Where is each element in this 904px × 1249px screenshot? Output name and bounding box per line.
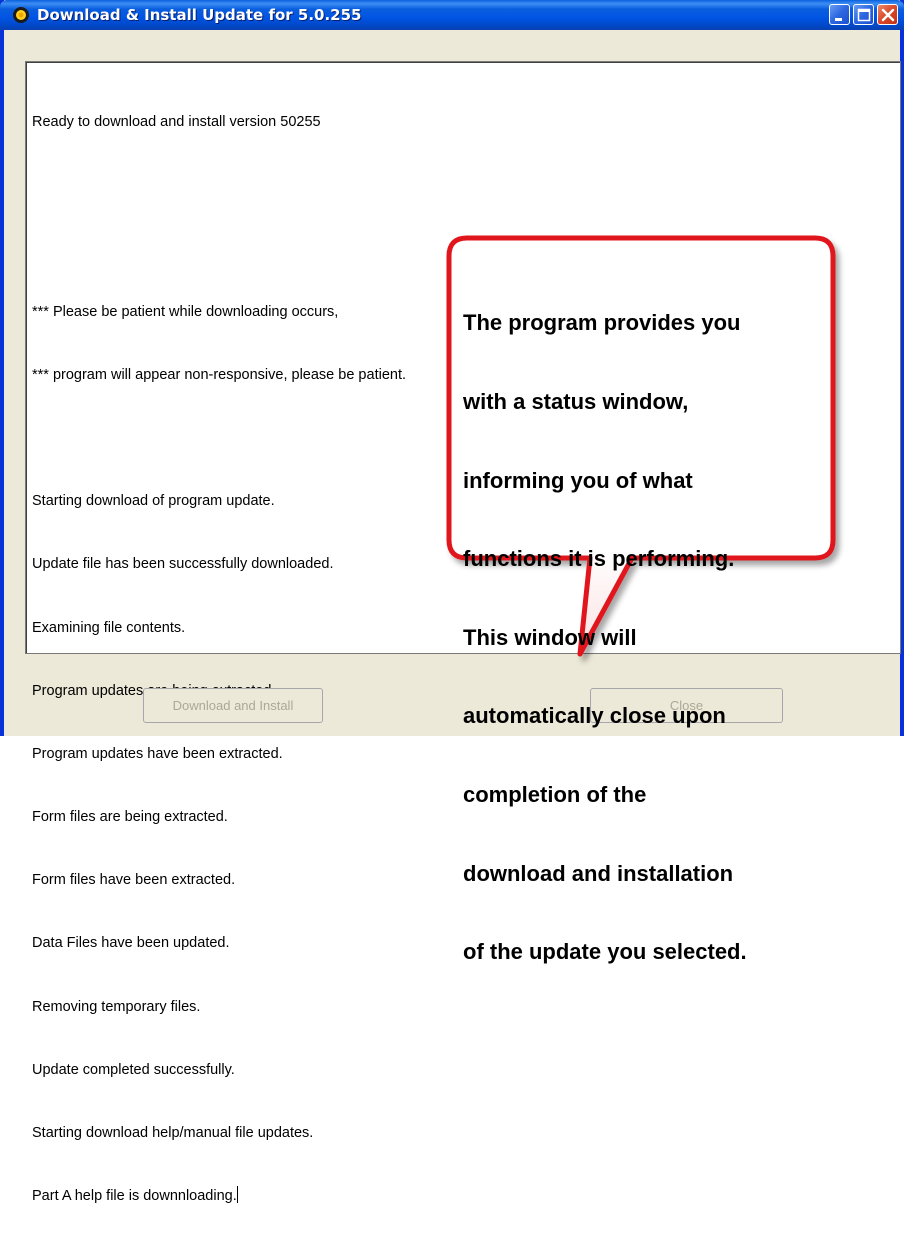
window-title: Download & Install Update for 5.0.255 (37, 6, 362, 24)
log-line: Data Files have been updated. (32, 935, 230, 952)
callout-line: automatically close upon (463, 703, 726, 729)
log-line: Examining file contents. (32, 619, 186, 636)
callout-line: download and installation (463, 860, 734, 886)
log-line: Ready to download and install version 50… (32, 114, 321, 130)
callout-line: completion of the (463, 782, 647, 808)
callout-line: The program provides you (463, 310, 741, 336)
maximize-icon (857, 8, 871, 22)
callout-line: with a status window, (463, 389, 689, 415)
sun-icon (13, 7, 29, 23)
minimize-button[interactable] (829, 4, 850, 25)
callout-line: This window will (463, 624, 637, 650)
log-line: Form files have been extracted. (32, 872, 236, 889)
log-line-current: Part A help file is downnloading. (32, 1186, 406, 1207)
log-line: *** program will appear non-responsive, … (32, 366, 406, 383)
log-line: Program updates have been extracted. (32, 745, 283, 762)
callout-line: of the update you selected. (463, 939, 747, 965)
callout-text: The program provides you with a status w… (463, 258, 823, 992)
maximize-button[interactable] (853, 4, 874, 25)
close-window-button[interactable] (877, 4, 898, 25)
title-bar[interactable]: Download & Install Update for 5.0.255 (0, 0, 904, 30)
callout-line: informing you of what (463, 467, 693, 493)
text-caret (236, 1186, 238, 1204)
log-line: Update completed successfully. (32, 1061, 235, 1078)
log-line: Starting download of program update. (32, 493, 275, 510)
status-log-text: Ready to download and install version 50… (32, 70, 406, 1249)
log-line: Form files are being extracted. (32, 809, 228, 826)
callout-line: functions it is performing. (463, 546, 735, 572)
log-line: *** Please be patient while downloading … (32, 303, 339, 320)
download-and-install-button[interactable]: Download and Install (143, 688, 323, 723)
log-line: Update file has been successfully downlo… (32, 556, 334, 573)
log-line-text: Part A help file is downnloading. (32, 1188, 237, 1205)
minimize-icon (835, 18, 842, 21)
close-icon (881, 8, 895, 22)
log-line: Removing temporary files. (32, 998, 201, 1015)
log-line: Starting download help/manual file updat… (32, 1125, 314, 1141)
